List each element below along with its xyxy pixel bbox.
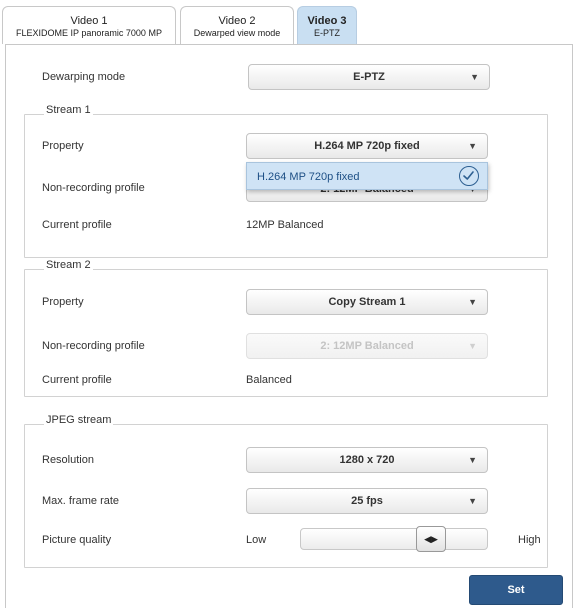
jpeg-quality-label: Picture quality bbox=[42, 534, 112, 546]
stream2-property-label: Property bbox=[42, 296, 84, 308]
jpeg-framerate-value: 25 fps bbox=[351, 495, 383, 507]
jpeg-framerate-select[interactable]: 25 fps ▼ bbox=[246, 488, 488, 514]
quality-high-label: High bbox=[518, 534, 541, 546]
tab-subtitle: E-PTZ bbox=[314, 28, 340, 39]
dewarping-mode-label: Dewarping mode bbox=[42, 71, 126, 83]
stream2-nonrec-label: Non-recording profile bbox=[42, 340, 145, 352]
stream1-nonrec-label: Non-recording profile bbox=[42, 182, 145, 194]
tab-video-3[interactable]: Video 3 E-PTZ bbox=[297, 6, 357, 44]
tab-subtitle: FLEXIDOME IP panoramic 7000 MP bbox=[16, 28, 162, 39]
tab-title: Video 3 bbox=[307, 15, 347, 27]
tab-video-1[interactable]: Video 1 FLEXIDOME IP panoramic 7000 MP bbox=[2, 6, 176, 44]
dropdown-option[interactable]: H.264 MP 720p fixed bbox=[257, 171, 360, 183]
stream1-current-value: 12MP Balanced bbox=[246, 219, 324, 231]
quality-slider-track[interactable] bbox=[300, 528, 488, 550]
tab-video-2[interactable]: Video 2 Dewarped view mode bbox=[180, 6, 294, 44]
jpeg-resolution-select[interactable]: 1280 x 720 ▼ bbox=[246, 447, 488, 473]
stream2-property-value: Copy Stream 1 bbox=[328, 296, 406, 308]
checkmark-icon-svg bbox=[463, 171, 474, 180]
stream2-title: Stream 2 bbox=[44, 259, 93, 271]
tab-title: Video 2 bbox=[218, 15, 256, 27]
jpeg-title: JPEG stream bbox=[44, 414, 114, 426]
jpeg-resolution-value: 1280 x 720 bbox=[339, 454, 395, 466]
stream2-current-value: Balanced bbox=[246, 374, 292, 386]
stream1-property-select[interactable]: H.264 MP 720p fixed ▼ bbox=[246, 133, 488, 159]
stream2-nonrec-value: 2: 12MP Balanced bbox=[320, 340, 414, 352]
chevron-down-icon: ▼ bbox=[468, 297, 477, 307]
jpeg-framerate-label: Max. frame rate bbox=[42, 495, 120, 507]
stream2-nonrec-select: 2: 12MP Balanced ▼ bbox=[246, 333, 488, 359]
dewarping-mode-value: E-PTZ bbox=[353, 71, 385, 83]
stream1-current-label: Current profile bbox=[42, 219, 112, 231]
checkmark-icon bbox=[459, 166, 479, 186]
slider-handle-icon[interactable]: ◀▶ bbox=[416, 526, 446, 552]
jpeg-resolution-label: Resolution bbox=[42, 454, 94, 466]
tab-title: Video 1 bbox=[70, 15, 108, 27]
chevron-down-icon: ▼ bbox=[468, 341, 477, 351]
stream1-property-label: Property bbox=[42, 140, 84, 152]
chevron-down-icon: ▼ bbox=[470, 72, 479, 82]
dewarping-mode-select[interactable]: E-PTZ ▼ bbox=[248, 64, 490, 90]
stream1-property-dropdown[interactable]: H.264 MP 720p fixed bbox=[246, 162, 488, 190]
chevron-down-icon: ▼ bbox=[468, 141, 477, 151]
stream2-property-select[interactable]: Copy Stream 1 ▼ bbox=[246, 289, 488, 315]
chevron-down-icon: ▼ bbox=[468, 496, 477, 506]
quality-low-label: Low bbox=[246, 534, 267, 546]
stream1-title: Stream 1 bbox=[44, 104, 93, 116]
set-button[interactable]: Set bbox=[469, 575, 563, 605]
stream1-property-value: H.264 MP 720p fixed bbox=[314, 140, 420, 152]
tab-subtitle: Dewarped view mode bbox=[193, 28, 281, 39]
chevron-down-icon: ▼ bbox=[468, 455, 477, 465]
stream2-current-label: Current profile bbox=[42, 374, 112, 386]
